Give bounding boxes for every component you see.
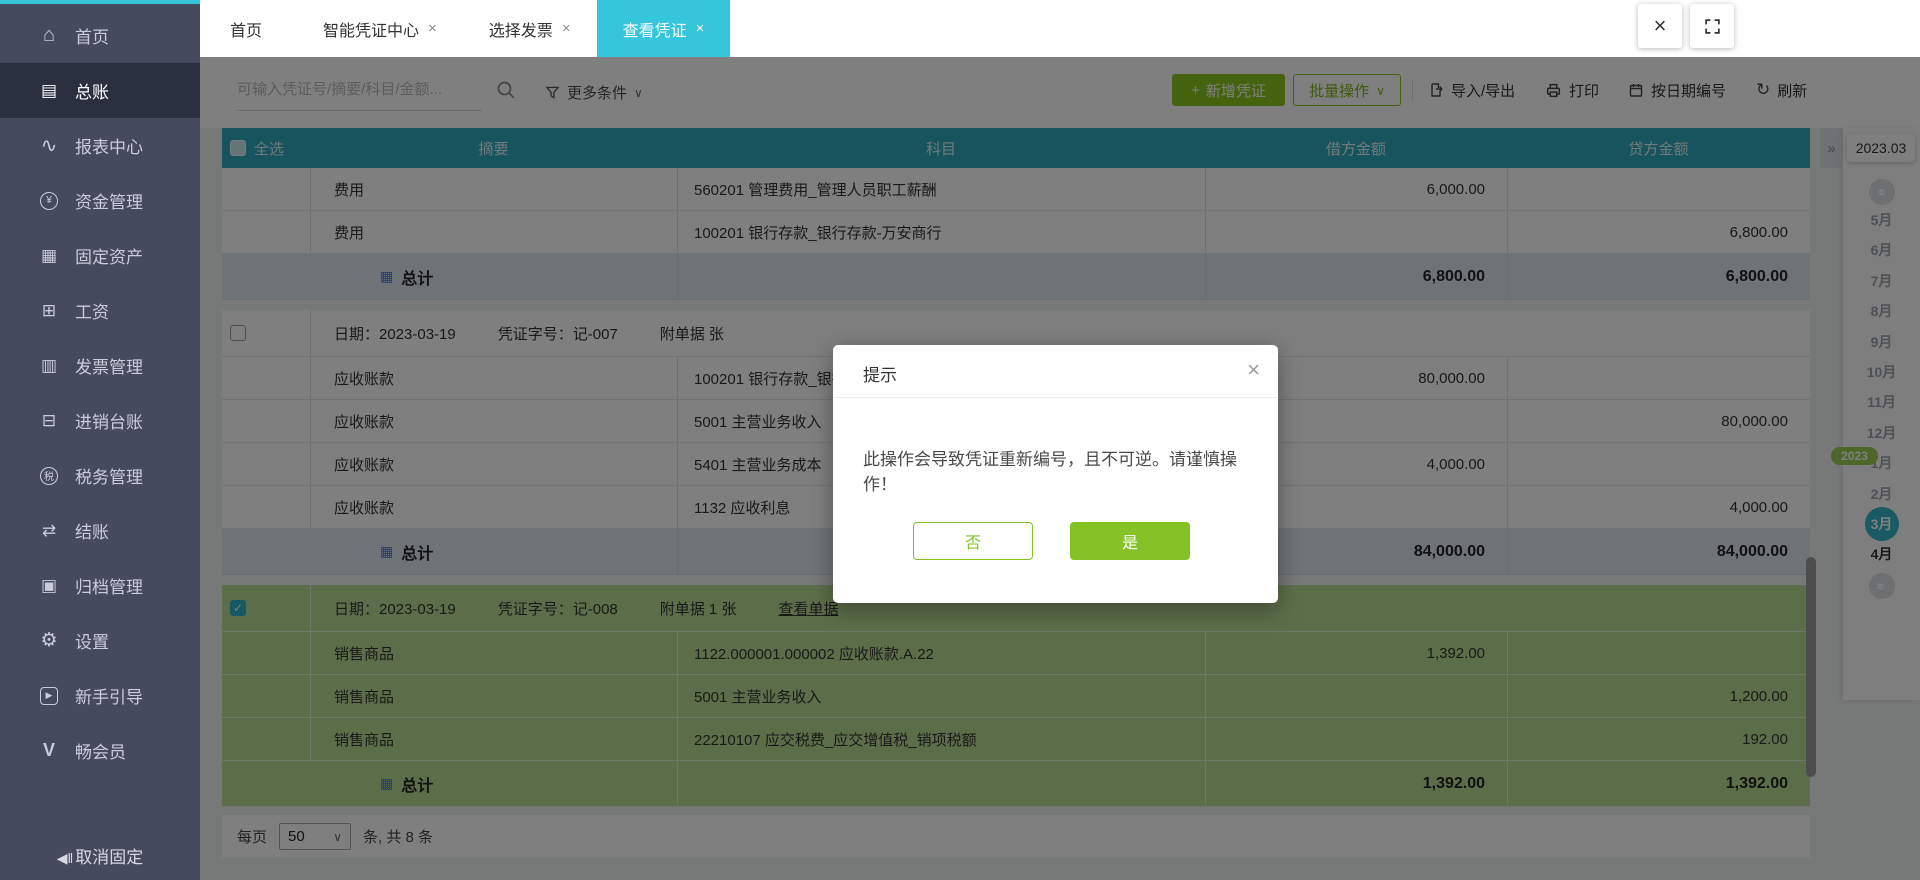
fullscreen-icon: [1704, 18, 1721, 35]
tab-close-icon[interactable]: ×: [696, 20, 705, 37]
tab-label: 查看凭证: [622, 22, 687, 40]
sidebar-item[interactable]: 固定资产: [0, 228, 200, 283]
sidebar-item-label: 总账: [75, 83, 109, 102]
sidebar-item-icon: [36, 356, 62, 376]
dialog-message: 此操作会导致凭证重新编号，且不可逆。请谨慎操作！: [863, 450, 1237, 494]
dialog-close-icon[interactable]: ×: [1247, 357, 1260, 383]
dialog-no-button[interactable]: 否: [913, 522, 1033, 560]
confirm-dialog: 提示 × 此操作会导致凭证重新编号，且不可逆。请谨慎操作！ 否 是: [833, 345, 1278, 603]
sidebar-item[interactable]: 设置: [0, 613, 200, 668]
tab[interactable]: 查看凭证 ×: [596, 0, 731, 57]
sidebar-item-icon: [36, 133, 62, 158]
sidebar-item-icon: [40, 686, 58, 705]
window-close-button[interactable]: ×: [1638, 4, 1682, 48]
main-content: 更多条件 + 新增凭证 批量操作 导入/导出 打印 按日期编号 ↻ 刷新: [200, 57, 1920, 880]
window-fullscreen-button[interactable]: [1690, 4, 1734, 48]
tab-label: 选择发票: [488, 22, 553, 40]
sidebar-item[interactable]: 资金管理: [0, 173, 200, 228]
sidebar-item[interactable]: 首页: [0, 8, 200, 63]
sidebar-item[interactable]: 报表中心: [0, 118, 200, 173]
unpin-icon: ◀‖: [56, 850, 74, 866]
tab-close-icon[interactable]: ×: [562, 20, 571, 37]
sidebar-item-icon: [36, 576, 62, 596]
tab-close-icon[interactable]: ×: [428, 20, 437, 37]
sidebar-item[interactable]: 总账: [0, 63, 200, 118]
sidebar-item-icon: [36, 301, 62, 321]
tab-label: 首页: [230, 22, 263, 40]
tab[interactable]: 选择发票 ×: [463, 0, 597, 57]
sidebar-item[interactable]: 结账: [0, 503, 200, 558]
sidebar-item-icon: [36, 246, 62, 266]
tab[interactable]: 首页: [204, 0, 297, 57]
close-icon: ×: [1653, 13, 1667, 38]
sidebar-item-icon: [40, 466, 58, 485]
sidebar-item-label: 结账: [75, 523, 109, 542]
sidebar-item-label: 税务管理: [75, 468, 143, 487]
sidebar-item[interactable]: 工资: [0, 283, 200, 338]
sidebar-item-label: 设置: [75, 633, 109, 652]
sidebar-nav: 首页 总账 报表中心 资金管理: [0, 8, 200, 778]
sidebar-item-icon: [40, 191, 58, 210]
sidebar-item-label: 报表中心: [75, 138, 143, 157]
app-window: 首页 总账 报表中心 资金管理: [0, 0, 1920, 880]
sidebar-item-label: 新手引导: [75, 688, 143, 707]
sidebar-item-label: 工资: [75, 303, 109, 322]
sidebar-item[interactable]: 畅会员: [0, 723, 200, 778]
sidebar-item-label: 资金管理: [75, 193, 143, 212]
sidebar-item-label: 首页: [75, 28, 109, 47]
sidebar-item[interactable]: 进销台账: [0, 393, 200, 448]
dialog-yes-button[interactable]: 是: [1070, 522, 1190, 560]
dialog-divider: [833, 397, 1278, 398]
sidebar-item-icon: [36, 24, 62, 47]
unpin-label: 取消固定: [75, 848, 144, 867]
sidebar: 首页 总账 报表中心 资金管理: [0, 0, 200, 880]
sidebar-item-icon: [36, 411, 62, 431]
sidebar-item-icon: [36, 629, 62, 652]
sidebar-item[interactable]: 新手引导: [0, 668, 200, 723]
unpin-sidebar-button[interactable]: ◀‖ 取消固定: [0, 843, 200, 868]
sidebar-item-icon: [36, 81, 62, 101]
sidebar-item[interactable]: 归档管理: [0, 558, 200, 613]
tab-label: 智能凭证中心: [323, 22, 420, 40]
dialog-title: 提示: [863, 366, 897, 385]
sidebar-item-label: 畅会员: [75, 743, 126, 762]
sidebar-item-label: 归档管理: [75, 578, 143, 597]
sidebar-item-icon: [36, 740, 62, 761]
sidebar-item-icon: [36, 521, 62, 541]
sidebar-accent-strip: [0, 0, 200, 4]
sidebar-item[interactable]: 税务管理: [0, 448, 200, 503]
sidebar-item[interactable]: 发票管理: [0, 338, 200, 393]
sidebar-item-label: 发票管理: [75, 358, 143, 377]
tab[interactable]: 智能凭证中心 ×: [297, 0, 463, 57]
sidebar-item-label: 进销台账: [75, 413, 143, 432]
sidebar-item-label: 固定资产: [75, 248, 143, 267]
